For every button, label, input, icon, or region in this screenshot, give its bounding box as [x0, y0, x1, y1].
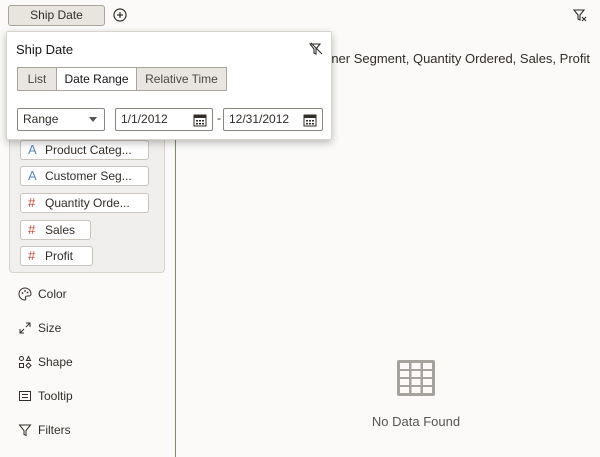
calendar-icon[interactable] — [303, 113, 317, 127]
field-chip-sales[interactable]: # Sales — [20, 220, 91, 240]
resize-icon — [19, 322, 31, 334]
field-chip-customer-segment[interactable]: A Customer Seg... — [20, 166, 149, 186]
field-label: Sales — [45, 223, 76, 237]
field-label: Profit — [45, 249, 74, 263]
start-date-value: 1/1/2012 — [121, 112, 168, 126]
palette-icon — [18, 287, 32, 301]
field-label: Quantity Orde... — [45, 196, 130, 210]
tab-date-range[interactable]: Date Range — [56, 67, 137, 91]
property-color[interactable]: Color — [18, 285, 67, 303]
filter-bar: Ship Date — [0, 0, 600, 32]
property-shape[interactable]: Shape — [18, 353, 73, 371]
field-chip-quantity-ordered[interactable]: # Quantity Orde... — [20, 193, 149, 213]
select-value: Range — [23, 112, 59, 126]
end-date-value: 12/31/2012 — [229, 112, 290, 126]
add-filter-icon[interactable] — [113, 8, 127, 22]
start-date-input[interactable]: 1/1/2012 — [115, 108, 213, 131]
property-tooltip[interactable]: Tooltip — [18, 387, 73, 405]
shapes-icon — [19, 355, 32, 369]
popup-title: Ship Date — [16, 42, 74, 57]
property-label: Filters — [38, 423, 71, 437]
clear-filter-icon[interactable] — [309, 42, 323, 56]
filter-icon — [18, 424, 32, 437]
field-label: Customer Seg... — [45, 169, 132, 183]
attribute-icon: A — [28, 168, 37, 183]
date-range-separator: - — [217, 111, 221, 125]
measure-icon: # — [28, 248, 36, 263]
field-chip-profit[interactable]: # Profit — [20, 246, 93, 266]
filter-options-icon[interactable] — [573, 8, 587, 22]
calendar-icon[interactable] — [193, 113, 207, 127]
property-size[interactable]: Size — [18, 319, 61, 337]
attribute-icon: A — [28, 142, 37, 157]
no-data-message: No Data Found — [371, 414, 461, 429]
chevron-down-icon — [89, 117, 97, 122]
property-label: Tooltip — [38, 389, 73, 403]
field-label: Product Categ... — [45, 143, 132, 157]
field-chip-product-category[interactable]: A Product Categ... — [20, 140, 149, 160]
range-type-select[interactable]: Range — [17, 108, 105, 131]
tooltip-icon — [19, 391, 31, 401]
ship-date-filter-pill[interactable]: Ship Date — [8, 5, 105, 26]
table-grid-icon — [397, 360, 435, 396]
ship-date-filter-popup: Ship Date List Date Range Relative Time … — [6, 31, 332, 140]
tab-list[interactable]: List — [17, 67, 57, 91]
measure-icon: # — [28, 195, 36, 210]
tab-relative-time[interactable]: Relative Time — [136, 67, 227, 91]
measure-icon: # — [28, 222, 36, 237]
property-filters[interactable]: Filters — [18, 421, 71, 439]
property-label: Color — [38, 287, 67, 301]
end-date-input[interactable]: 12/31/2012 — [223, 108, 323, 131]
property-label: Shape — [38, 355, 73, 369]
property-label: Size — [38, 321, 62, 335]
